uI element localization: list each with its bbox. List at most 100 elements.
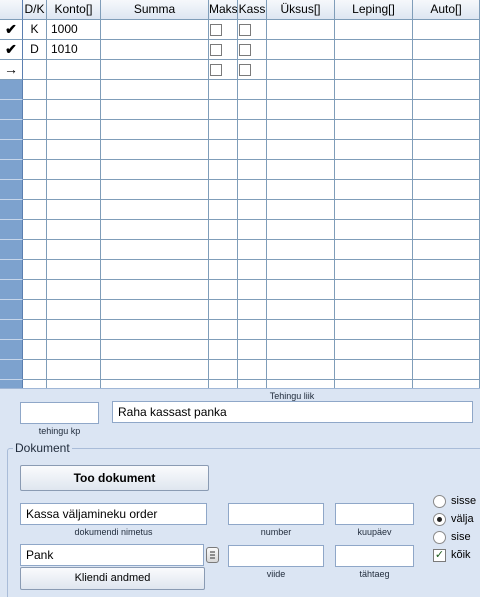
cell-leping[interactable] [335, 40, 413, 60]
table-row[interactable] [0, 320, 480, 340]
cell-maks[interactable] [209, 100, 238, 120]
row-selector[interactable] [0, 260, 23, 280]
cell-dk[interactable] [23, 360, 47, 380]
cell-yksus[interactable] [267, 320, 335, 340]
cell-maks[interactable] [209, 40, 238, 60]
tehingu-liik-input[interactable]: Raha kassast panka [112, 401, 473, 423]
cell-maks[interactable] [209, 260, 238, 280]
cell-auto[interactable] [413, 380, 480, 388]
table-row[interactable] [0, 160, 480, 180]
column-header-konto[interactable]: Konto[] [47, 0, 101, 20]
row-selector[interactable] [0, 320, 23, 340]
cell-auto[interactable] [413, 60, 480, 80]
cell-dk[interactable] [23, 100, 47, 120]
cell-konto[interactable] [47, 60, 101, 80]
cell-dk[interactable] [23, 160, 47, 180]
cell-maks[interactable] [209, 120, 238, 140]
cell-auto[interactable] [413, 100, 480, 120]
maks-checkbox[interactable] [210, 24, 222, 36]
column-header-leping[interactable]: Leping[] [335, 0, 413, 20]
cell-dk[interactable] [23, 60, 47, 80]
kuupaev-input[interactable] [335, 503, 414, 525]
cell-maks[interactable] [209, 300, 238, 320]
pank-input[interactable]: Pank [20, 544, 204, 566]
cell-konto[interactable] [47, 180, 101, 200]
cell-konto[interactable] [47, 260, 101, 280]
cell-auto[interactable] [413, 40, 480, 60]
transaction-lines-grid[interactable]: D/K Konto[] Summa Maks Kass Üksus[] Lepi… [0, 0, 480, 388]
cell-kass[interactable] [238, 160, 267, 180]
cell-leping[interactable] [335, 100, 413, 120]
list-picker-icon[interactable] [206, 547, 219, 563]
cell-summa[interactable] [101, 100, 209, 120]
cell-summa[interactable] [101, 360, 209, 380]
cell-yksus[interactable] [267, 220, 335, 240]
tahtaeg-input[interactable] [335, 545, 414, 567]
cell-konto[interactable] [47, 100, 101, 120]
cell-yksus[interactable] [267, 380, 335, 388]
cell-dk[interactable] [23, 340, 47, 360]
table-row[interactable] [0, 180, 480, 200]
cell-kass[interactable] [238, 380, 267, 388]
cell-leping[interactable] [335, 120, 413, 140]
cell-yksus[interactable] [267, 80, 335, 100]
cell-konto[interactable] [47, 220, 101, 240]
cell-yksus[interactable] [267, 200, 335, 220]
row-selector[interactable] [0, 200, 23, 220]
cell-yksus[interactable] [267, 140, 335, 160]
row-selector[interactable] [0, 80, 23, 100]
cell-leping[interactable] [335, 160, 413, 180]
cell-dk[interactable] [23, 380, 47, 388]
row-selector[interactable] [0, 280, 23, 300]
cell-konto[interactable] [47, 160, 101, 180]
row-selector[interactable] [0, 300, 23, 320]
cell-summa[interactable] [101, 80, 209, 100]
cell-leping[interactable] [335, 340, 413, 360]
row-check-icon[interactable]: ✔ [0, 40, 23, 60]
table-row[interactable] [0, 220, 480, 240]
cell-leping[interactable] [335, 220, 413, 240]
row-selector[interactable] [0, 340, 23, 360]
cell-summa[interactable] [101, 220, 209, 240]
cell-konto[interactable]: 1000 [47, 20, 101, 40]
cell-konto[interactable] [47, 200, 101, 220]
maks-checkbox[interactable] [210, 44, 222, 56]
cell-yksus[interactable] [267, 180, 335, 200]
row-selector[interactable] [0, 180, 23, 200]
cell-yksus[interactable] [267, 340, 335, 360]
cell-dk[interactable] [23, 140, 47, 160]
cell-kass[interactable] [238, 20, 267, 40]
too-dokument-button[interactable]: Too dokument [20, 465, 209, 491]
cell-summa[interactable] [101, 160, 209, 180]
cell-konto[interactable]: 1010 [47, 40, 101, 60]
cell-maks[interactable] [209, 220, 238, 240]
cell-auto[interactable] [413, 300, 480, 320]
cell-kass[interactable] [238, 80, 267, 100]
cell-auto[interactable] [413, 200, 480, 220]
cell-kass[interactable] [238, 340, 267, 360]
cell-yksus[interactable] [267, 40, 335, 60]
cell-konto[interactable] [47, 240, 101, 260]
direction-radio-0[interactable] [433, 495, 446, 508]
cell-auto[interactable] [413, 220, 480, 240]
cell-summa[interactable] [101, 20, 209, 40]
row-check-icon[interactable]: ✔ [0, 20, 23, 40]
cell-summa[interactable] [101, 300, 209, 320]
table-row[interactable] [0, 300, 480, 320]
cell-dk[interactable]: D [23, 40, 47, 60]
cell-yksus[interactable] [267, 260, 335, 280]
row-selector[interactable] [0, 140, 23, 160]
column-header-dk[interactable]: D/K [23, 0, 47, 20]
cell-leping[interactable] [335, 140, 413, 160]
column-header-summa[interactable]: Summa [101, 0, 209, 20]
kliendi-andmed-button[interactable]: Kliendi andmed [20, 567, 205, 590]
row-selector[interactable] [0, 120, 23, 140]
cell-maks[interactable] [209, 80, 238, 100]
cell-auto[interactable] [413, 160, 480, 180]
direction-radio-2[interactable] [433, 531, 446, 544]
table-row[interactable]: → [0, 60, 480, 80]
table-row[interactable] [0, 340, 480, 360]
cell-leping[interactable] [335, 380, 413, 388]
tehingu-kp-input[interactable] [20, 402, 99, 424]
cell-maks[interactable] [209, 200, 238, 220]
